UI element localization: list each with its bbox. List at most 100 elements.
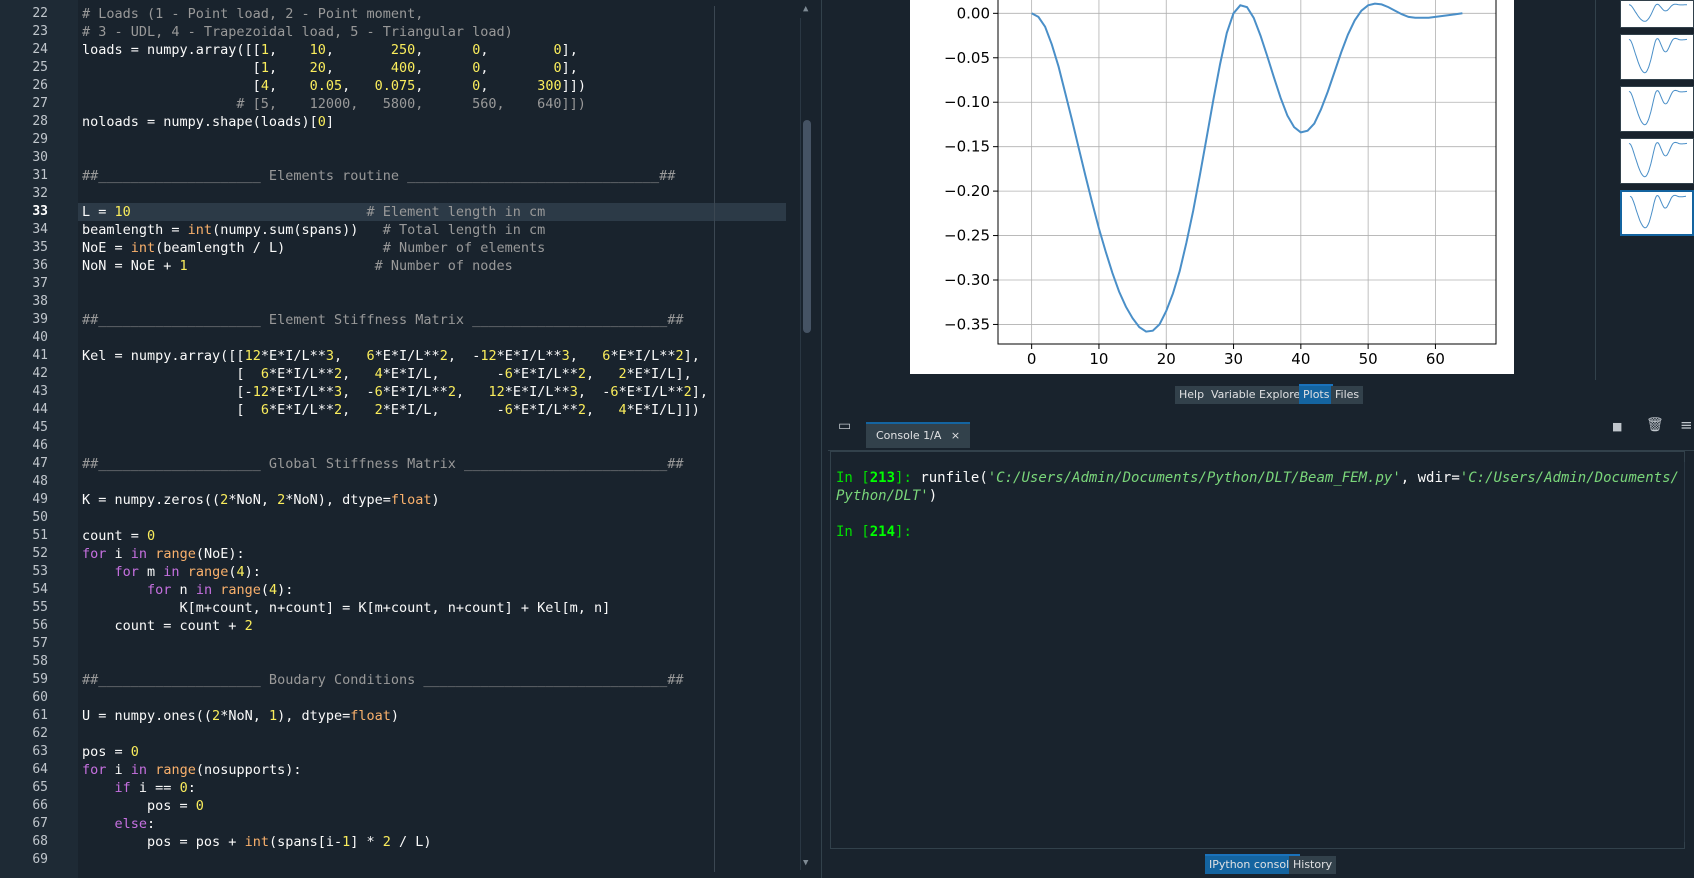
code-line[interactable]: K = numpy.zeros((2*NoN, 2*NoN), dtype=fl… [82, 491, 440, 509]
code-line[interactable]: K[m+count, n+count] = K[m+count, n+count… [82, 599, 611, 617]
x-tick-label: 20 [1157, 350, 1176, 368]
tab-history[interactable]: History [1289, 856, 1337, 874]
y-tick-label: 0.00 [957, 4, 990, 22]
code-line[interactable]: for n in range(4): [82, 581, 293, 599]
figure-background [910, 0, 1514, 374]
line-number: 40 [32, 330, 48, 345]
code-line[interactable]: ##____________________ Global Stiffness … [82, 455, 683, 473]
code-line[interactable]: pos = pos + int(spans[i-1] * 2 / L) [82, 833, 432, 851]
line-number: 35 [32, 240, 48, 255]
x-tick-label: 60 [1426, 350, 1445, 368]
code-line[interactable]: ##____________________ Element Stiffness… [82, 311, 683, 329]
tab-variable-explorer[interactable]: Variable Explorer [1207, 386, 1309, 404]
line-number: 68 [32, 834, 48, 849]
code-line[interactable]: # 3 - UDL, 4 - Trapezoidal load, 5 - Tri… [82, 23, 513, 41]
console-prompt-214[interactable]: In [214]: [836, 523, 912, 541]
console-options-icon[interactable]: ▭ [838, 418, 851, 434]
code-line[interactable]: [ 6*E*I/L**2, 2*E*I/L, -6*E*I/L**2, 4*E*… [82, 401, 699, 419]
code-line[interactable]: beamlength = int(numpy.sum(spans)) # Tot… [82, 221, 545, 239]
code-line[interactable]: [-12*E*I/L**3, -6*E*I/L**2, 12*E*I/L**3,… [82, 383, 708, 401]
plot-thumbnail-4[interactable] [1620, 138, 1694, 184]
thumbnail-chart [1628, 3, 1687, 22]
editor-scrollbar-thumb[interactable] [803, 120, 811, 333]
line-number: 63 [32, 744, 48, 759]
console-scrollbar[interactable] [1684, 462, 1693, 842]
line-number: 37 [32, 276, 48, 291]
tab-files[interactable]: Files [1331, 386, 1364, 404]
line-number: 24 [32, 42, 48, 57]
code-line[interactable]: count = 0 [82, 527, 155, 545]
plot-thumbnail-1[interactable] [1620, 0, 1694, 28]
edge-line [714, 6, 715, 872]
line-number: 32 [32, 186, 48, 201]
line-number: 53 [32, 564, 48, 579]
code-line[interactable]: ##____________________ Elements routine … [82, 167, 675, 185]
line-number: 27 [32, 96, 48, 111]
code-line[interactable]: U = numpy.ones((2*NoN, 1), dtype=float) [82, 707, 399, 725]
trash-icon[interactable]: 🗑 [1646, 417, 1664, 433]
code-line[interactable]: pos = 0 [82, 743, 139, 761]
menu-icon[interactable]: ≡ [1680, 416, 1693, 434]
x-tick-label: 0 [1027, 350, 1037, 368]
y-tick-label: −0.05 [944, 49, 990, 67]
close-icon[interactable]: × [951, 429, 960, 442]
code-line[interactable]: [ 6*E*I/L**2, 4*E*I/L, -6*E*I/L**2, 2*E*… [82, 365, 691, 383]
thumbnail-chart [1628, 37, 1688, 74]
code-line[interactable]: [4, 0.05, 0.075, 0, 300]]) [82, 77, 586, 95]
line-number: 67 [32, 816, 48, 831]
code-editor[interactable]: 22 # Loads (1 - Point load, 2 - Point mom… [0, 0, 822, 878]
tab-help[interactable]: Help [1175, 386, 1209, 404]
plot-thumbnail-2[interactable] [1620, 34, 1694, 80]
code-line[interactable]: L = 10 # Element length in cm [82, 203, 545, 221]
line-number: 65 [32, 780, 48, 795]
code-line[interactable]: # Loads (1 - Point load, 2 - Point momen… [82, 5, 423, 23]
x-tick-label: 40 [1291, 350, 1310, 368]
code-line[interactable]: NoE = int(beamlength / L) # Number of el… [82, 239, 545, 257]
code-line[interactable]: [1, 20, 400, 0, 0], [82, 59, 578, 77]
line-number: 49 [32, 492, 48, 507]
line-number: 30 [32, 150, 48, 165]
line-number: 57 [32, 636, 48, 651]
code-line[interactable]: noloads = numpy.shape(loads)[0] [82, 113, 334, 131]
code-line[interactable]: if i == 0: [82, 779, 196, 797]
code-line[interactable]: for m in range(4): [82, 563, 261, 581]
x-tick-label: 50 [1359, 350, 1378, 368]
line-number: 44 [32, 402, 48, 417]
stop-icon[interactable]: ■ [1612, 420, 1622, 433]
code-line[interactable]: for i in range(NoE): [82, 545, 245, 563]
y-tick-label: −0.25 [944, 227, 990, 245]
line-number: 46 [32, 438, 48, 453]
code-line[interactable]: count = count + 2 [82, 617, 253, 635]
code-line[interactable]: ##____________________ Boudary Condition… [82, 671, 683, 689]
code-line[interactable]: for i in range(nosupports): [82, 761, 302, 779]
code-line[interactable]: Kel = numpy.array([[12*E*I/L**3, 6*E*I/L… [82, 347, 700, 365]
code-line[interactable]: loads = numpy.array([[1, 10, 250, 0, 0], [82, 41, 578, 59]
thumbnail-series-line [1628, 37, 1688, 74]
scroll-down-icon[interactable]: ▼ [803, 858, 808, 868]
line-number: 38 [32, 294, 48, 309]
plot-thumbnail-3[interactable] [1620, 86, 1694, 132]
console-output[interactable] [830, 451, 1685, 849]
thumbnail-series-line [1628, 3, 1687, 22]
thumbnail-chart [1629, 194, 1687, 229]
tab-ipython-console[interactable]: IPython console [1205, 854, 1300, 874]
line-number: 55 [32, 600, 48, 615]
plot-figure[interactable]: 0 10 20 30 40 50 60 0.00 −0.05 −0.10 −0.15 −0.20 −0.… [910, 0, 1514, 374]
code-line[interactable]: else: [82, 815, 156, 833]
y-tick-label: −0.15 [944, 138, 990, 156]
tab-plots[interactable]: Plots [1299, 384, 1334, 404]
console-tab[interactable]: Console 1/A × [866, 422, 971, 448]
x-tick-label: 30 [1224, 350, 1243, 368]
line-number: 29 [32, 132, 48, 147]
code-line[interactable]: pos = 0 [82, 797, 204, 815]
thumbnail-chart [1628, 89, 1688, 126]
thumbnail-series-line [1628, 89, 1688, 126]
line-number: 59 [32, 672, 48, 687]
line-number: 64 [32, 762, 48, 777]
plot-thumbnail-5[interactable] [1620, 190, 1694, 236]
code-line[interactable]: NoN = NoE + 1 # Number of nodes [82, 257, 513, 275]
y-tick-label: −0.30 [944, 271, 990, 289]
scroll-up-icon[interactable]: ▲ [803, 4, 808, 14]
line-number: 54 [32, 582, 48, 597]
code-line[interactable]: # [5, 12000, 5800, 560, 640]]) [82, 95, 586, 113]
